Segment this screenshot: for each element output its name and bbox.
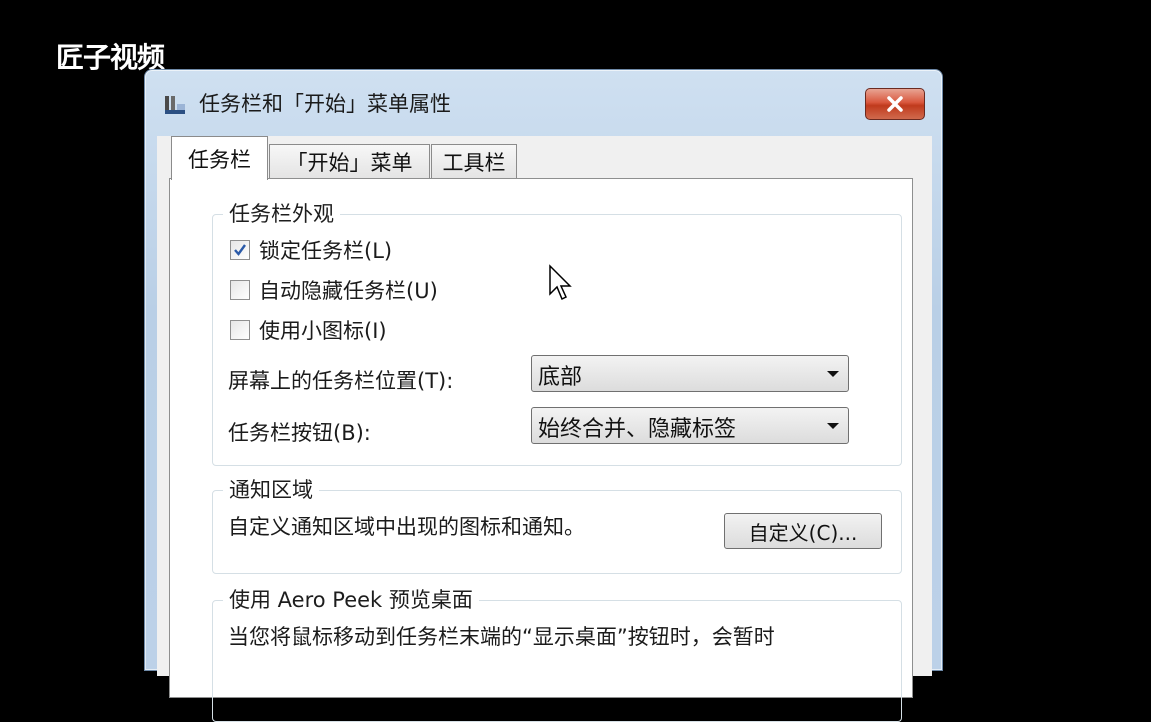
taskbar-buttons-value: 始终合并、隐藏标签 — [538, 417, 737, 442]
customize-button[interactable]: 自定义(C)... — [724, 513, 882, 549]
tab-start-menu[interactable]: 「开始」菜单 — [269, 144, 430, 178]
tab-panel: 任务栏外观 锁定任务栏(L) 自动隐藏任务栏(U) 使用小图标(I) 屏幕上的任… — [169, 178, 913, 722]
auto-hide-checkbox[interactable] — [230, 280, 250, 300]
small-icons-label[interactable]: 使用小图标(I) — [259, 315, 387, 345]
group-title-notification: 通知区域 — [223, 476, 319, 504]
lock-taskbar-checkbox[interactable] — [230, 240, 250, 260]
group-notification-area: 通知区域 自定义通知区域中出现的图标和通知。 自定义(C)... — [212, 476, 902, 574]
lock-taskbar-label[interactable]: 锁定任务栏(L) — [259, 235, 392, 265]
group-taskbar-appearance: 任务栏外观 锁定任务栏(L) 自动隐藏任务栏(U) 使用小图标(I) 屏幕上的任… — [212, 200, 902, 466]
notification-description: 自定义通知区域中出现的图标和通知。 — [228, 515, 585, 539]
taskbar-location-label: 屏幕上的任务栏位置(T): — [228, 369, 454, 393]
taskbar-location-value: 底部 — [538, 365, 583, 390]
chevron-down-icon — [827, 423, 839, 429]
group-title-appearance: 任务栏外观 — [223, 200, 340, 228]
properties-dialog: 任务栏和「开始」菜单属性 任务栏 「开始」菜单 工具栏 任务栏外观 锁定任务栏(… — [144, 69, 943, 722]
taskbar-buttons-label: 任务栏按钮(B): — [228, 421, 371, 445]
chevron-down-icon — [827, 371, 839, 377]
taskbar-icon — [163, 92, 185, 114]
taskbar-buttons-select[interactable]: 始终合并、隐藏标签 — [531, 407, 849, 444]
close-button[interactable] — [865, 88, 925, 120]
window-title: 任务栏和「开始」菜单属性 — [199, 92, 451, 116]
tab-taskbar[interactable]: 任务栏 — [171, 136, 268, 180]
close-icon — [887, 96, 903, 112]
group-title-aero-peek: 使用 Aero Peek 预览桌面 — [223, 586, 479, 614]
tab-toolbars[interactable]: 工具栏 — [431, 144, 517, 178]
checkmark-icon — [234, 244, 246, 256]
taskbar-location-select[interactable]: 底部 — [531, 355, 849, 392]
dialog-client-area: 任务栏 「开始」菜单 工具栏 任务栏外观 锁定任务栏(L) 自动隐藏任务栏(U)… — [157, 136, 932, 722]
mouse-pointer-icon — [549, 264, 572, 301]
small-icons-checkbox[interactable] — [230, 320, 250, 340]
auto-hide-label[interactable]: 自动隐藏任务栏(U) — [259, 275, 438, 305]
group-aero-peek: 使用 Aero Peek 预览桌面 当您将鼠标移动到任务栏末端的“显示桌面”按钮… — [212, 586, 902, 722]
